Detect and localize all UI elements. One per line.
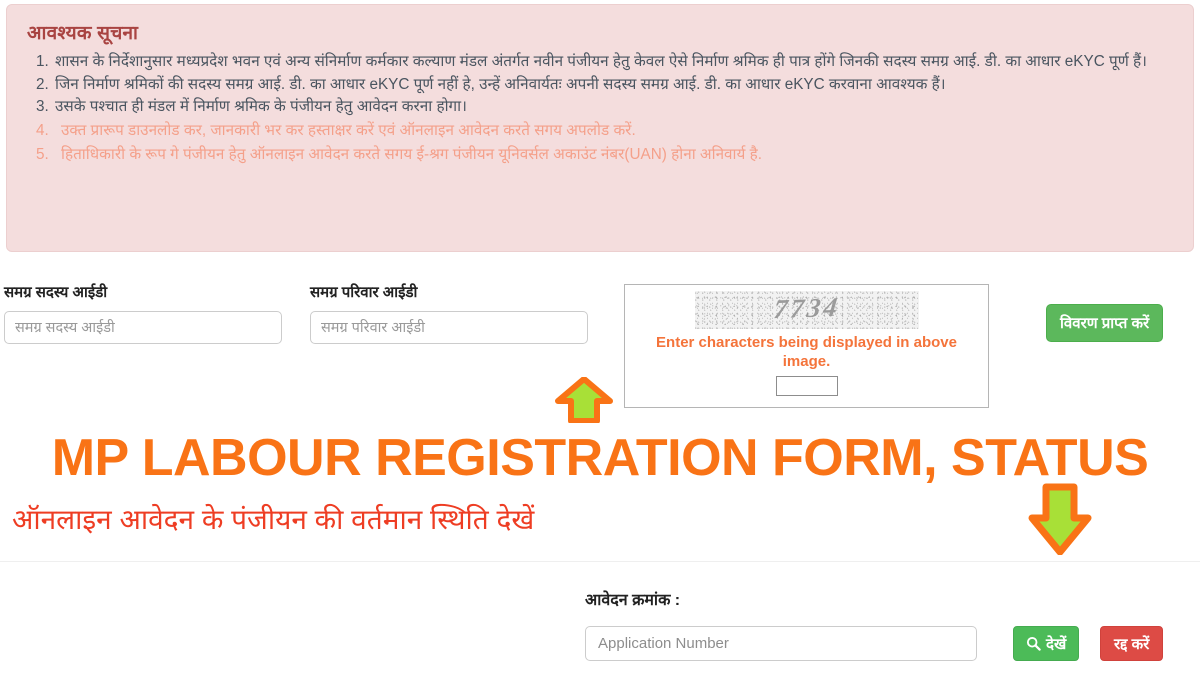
member-id-field-group: समग्र सदस्य आईडी xyxy=(4,282,282,344)
family-id-field-group: समग्र परिवार आईडी xyxy=(310,282,588,344)
family-id-label: समग्र परिवार आईडी xyxy=(310,284,418,301)
notice-item-4: उक्त प्रारूप डाउनलोड कर, जानकारी भर कर ह… xyxy=(53,120,1177,142)
notice-item-1: शासन के निर्देशानुसार मध्यप्रदेश भवन एवं… xyxy=(53,51,1177,73)
member-id-input[interactable] xyxy=(4,311,282,344)
notice-item-2: जिन निर्माण श्रमिकों की सदस्य समग्र आई. … xyxy=(53,74,1177,96)
notice-list: शासन के निर्देशानुसार मध्यप्रदेश भवन एवं… xyxy=(23,51,1177,166)
captcha-input[interactable] xyxy=(775,375,838,396)
search-icon xyxy=(1026,636,1041,651)
notice-item-5: हिताधिकारी के रूप गे पंजीयन हेतु ऑनलाइन … xyxy=(53,144,1177,166)
notice-item-3: उसके पश्चात ही मंडल में निर्माण श्रमिक क… xyxy=(53,96,1177,118)
page-title: MP LABOUR REGISTRATION FORM, STATUS xyxy=(51,429,1149,487)
page-subtitle: ऑनलाइन आवेदन के पंजीयन की वर्तमान स्थिति… xyxy=(12,504,535,535)
page-root: आवश्यक सूचना शासन के निर्देशानुसार मध्यप… xyxy=(0,0,1200,675)
notice-title: आवश्यक सूचना xyxy=(27,23,139,44)
application-number-label: आवेदन क्रमांक : xyxy=(585,592,681,609)
down-arrow-icon xyxy=(1028,483,1092,560)
family-id-input[interactable] xyxy=(310,311,588,344)
captcha-card: 7734 Enter characters being displayed in… xyxy=(624,284,989,408)
section-divider xyxy=(0,561,1200,562)
captcha-code-text: 7734 xyxy=(771,291,842,325)
application-number-input[interactable] xyxy=(585,626,977,661)
cancel-button[interactable]: रद्द करें xyxy=(1100,626,1164,661)
captcha-hint-text: Enter characters being displayed in abov… xyxy=(656,334,957,370)
captcha-image: 7734 xyxy=(694,291,919,329)
get-details-button[interactable]: विवरण प्राप्त करें xyxy=(1046,304,1164,342)
up-arrow-icon xyxy=(555,376,613,428)
view-status-button-label: देखें xyxy=(1046,635,1067,653)
member-id-label: समग्र सदस्य आईडी xyxy=(4,284,108,301)
view-status-button[interactable]: देखें xyxy=(1013,626,1080,661)
important-notice-panel: आवश्यक सूचना शासन के निर्देशानुसार मध्यप… xyxy=(6,4,1194,252)
